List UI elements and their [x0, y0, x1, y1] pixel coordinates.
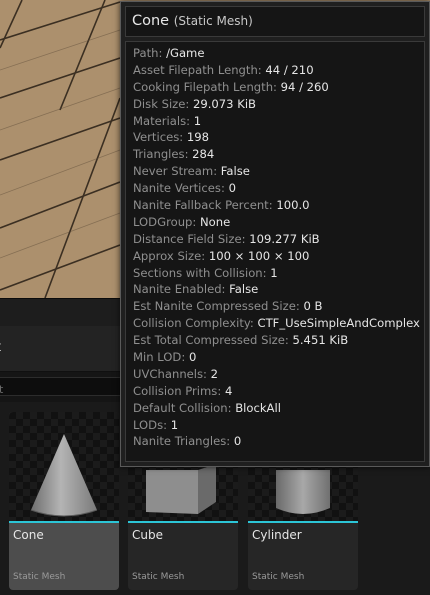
property-key: Triangles: [133, 147, 189, 162]
tooltip-property-row: UVChannels: 2 [133, 366, 424, 383]
asset-tile-cone[interactable]: Cone Static Mesh [9, 412, 119, 590]
property-value: 198 [186, 130, 209, 145]
property-value: 4 [224, 383, 233, 398]
tooltip-property-row: Nanite Fallback Percent: 100.0 [133, 197, 424, 214]
tooltip-property-row: Nanite Vertices: 0 [133, 180, 424, 197]
tooltip-property-row: Asset Filepath Length: 44 / 210 [133, 62, 424, 79]
tooltip-asset-name: Cone [132, 13, 170, 29]
property-key: Nanite Vertices: [133, 181, 225, 196]
property-key: Approx Size: [133, 248, 206, 263]
tooltip-property-row: Disk Size: 29.073 KiB [133, 96, 424, 113]
tooltip-property-row: Min LOD: 0 [133, 349, 424, 366]
property-value: 1 [170, 417, 179, 432]
tooltip-header: Cone (Static Mesh) [125, 6, 425, 37]
tooltip-property-row: Collision Prims: 4 [133, 383, 424, 400]
asset-type-accent-bar [248, 521, 358, 523]
tooltip-property-row: Est Nanite Compressed Size: 0 B [133, 298, 424, 315]
property-key: UVChannels: [133, 366, 207, 381]
property-key: Nanite Triangles: [133, 434, 231, 449]
property-value: 94 / 260 [280, 79, 329, 94]
asset-name: Cube [132, 528, 163, 542]
property-key: Nanite Enabled: [133, 282, 226, 297]
property-value: 100.0 [276, 198, 310, 213]
search-input[interactable] [0, 381, 133, 398]
property-key: Collision Prims: [133, 383, 222, 398]
search-box[interactable] [0, 377, 134, 398]
property-key: LODGroup: [133, 214, 197, 229]
tooltip-property-row: Collision Complexity: CTF_UseSimpleAndCo… [133, 315, 424, 332]
tooltip-property-row: Materials: 1 [133, 113, 424, 130]
asset-type: Static Mesh [132, 572, 185, 582]
property-key: Cooking Filepath Length: [133, 79, 277, 94]
asset-type-accent-bar [128, 521, 238, 523]
tooltip-property-row: Nanite Triangles: 0 [133, 433, 424, 450]
asset-name: Cone [13, 528, 44, 542]
cone-thumbnail-icon [30, 434, 98, 517]
property-key: Nanite Fallback Percent: [133, 198, 273, 213]
property-value: False [220, 164, 250, 179]
property-key: Disk Size: [133, 96, 190, 111]
tooltip-title: Cone (Static Mesh) [132, 13, 253, 29]
property-value: BlockAll [235, 400, 281, 415]
tooltip-property-row: Cooking Filepath Length: 94 / 260 [133, 79, 424, 96]
asset-thumbnail [9, 412, 119, 521]
property-value: 1 [193, 113, 202, 128]
tooltip-property-row: Path: /Game [133, 45, 424, 62]
tooltip-property-row: LODGroup: None [133, 214, 424, 231]
property-value: 44 / 210 [265, 62, 314, 77]
property-key: Default Collision: [133, 400, 232, 415]
tooltip-asset-kind: (Static Mesh) [173, 14, 253, 28]
header-label: t [0, 340, 1, 355]
asset-tooltip: Cone (Static Mesh) Path: /Game Asset File… [120, 1, 430, 467]
property-value: 109.277 KiB [249, 231, 320, 246]
tooltip-property-row: Never Stream: False [133, 163, 424, 180]
property-key: Sections with Collision: [133, 265, 267, 280]
property-key: Asset Filepath Length: [133, 62, 262, 77]
editor-window: t Cone Static Mesh Cube Static Mesh Cyli… [0, 0, 430, 595]
asset-type: Static Mesh [13, 572, 66, 582]
tooltip-property-row: Sections with Collision: 1 [133, 265, 424, 282]
tooltip-property-row: LODs: 1 [133, 417, 424, 434]
property-value: 5.451 KiB [292, 333, 349, 348]
property-key: Path: [133, 46, 163, 60]
property-value: 0 [188, 350, 197, 365]
property-value: False [229, 282, 259, 297]
property-value: 2 [210, 366, 219, 381]
tooltip-property-row: Est Total Compressed Size: 5.451 KiB [133, 332, 424, 349]
tooltip-property-row: Default Collision: BlockAll [133, 400, 424, 417]
property-key: Distance Field Size: [133, 231, 246, 246]
tooltip-property-row: Distance Field Size: 109.277 KiB [133, 231, 424, 248]
property-value: 0 [228, 181, 236, 196]
property-value: /Game [166, 46, 205, 60]
tooltip-property-row: Approx Size: 100 × 100 × 100 [133, 248, 424, 265]
property-value: 100 × 100 × 100 [208, 248, 310, 263]
tooltip-properties: Path: /Game Asset Filepath Length: 44 / 2… [125, 41, 425, 462]
property-value: 29.073 KiB [192, 96, 257, 111]
property-value: 0 [233, 434, 242, 449]
tooltip-property-row: Vertices: 198 [133, 129, 424, 146]
asset-type: Static Mesh [252, 572, 305, 582]
property-key: Vertices: [133, 130, 184, 145]
property-value: 0 B [303, 299, 323, 314]
property-key: Est Total Compressed Size: [133, 333, 289, 348]
property-value: 284 [192, 147, 215, 162]
property-key: Min LOD: [133, 350, 186, 365]
property-key: Materials: [133, 113, 191, 128]
property-value: 1 [270, 265, 278, 280]
asset-name: Cylinder [252, 528, 302, 542]
tooltip-property-row: Triangles: 284 [133, 146, 424, 163]
property-value: None [200, 214, 231, 229]
tooltip-property-row: Nanite Enabled: False [133, 281, 424, 298]
asset-type-accent-bar [9, 521, 119, 523]
property-key: Collision Complexity: [133, 316, 254, 331]
property-key: Never Stream: [133, 164, 218, 179]
property-value: CTF_UseSimpleAndComplex [257, 316, 420, 331]
property-key: LODs: [133, 417, 168, 432]
property-key: Est Nanite Compressed Size: [133, 299, 300, 314]
